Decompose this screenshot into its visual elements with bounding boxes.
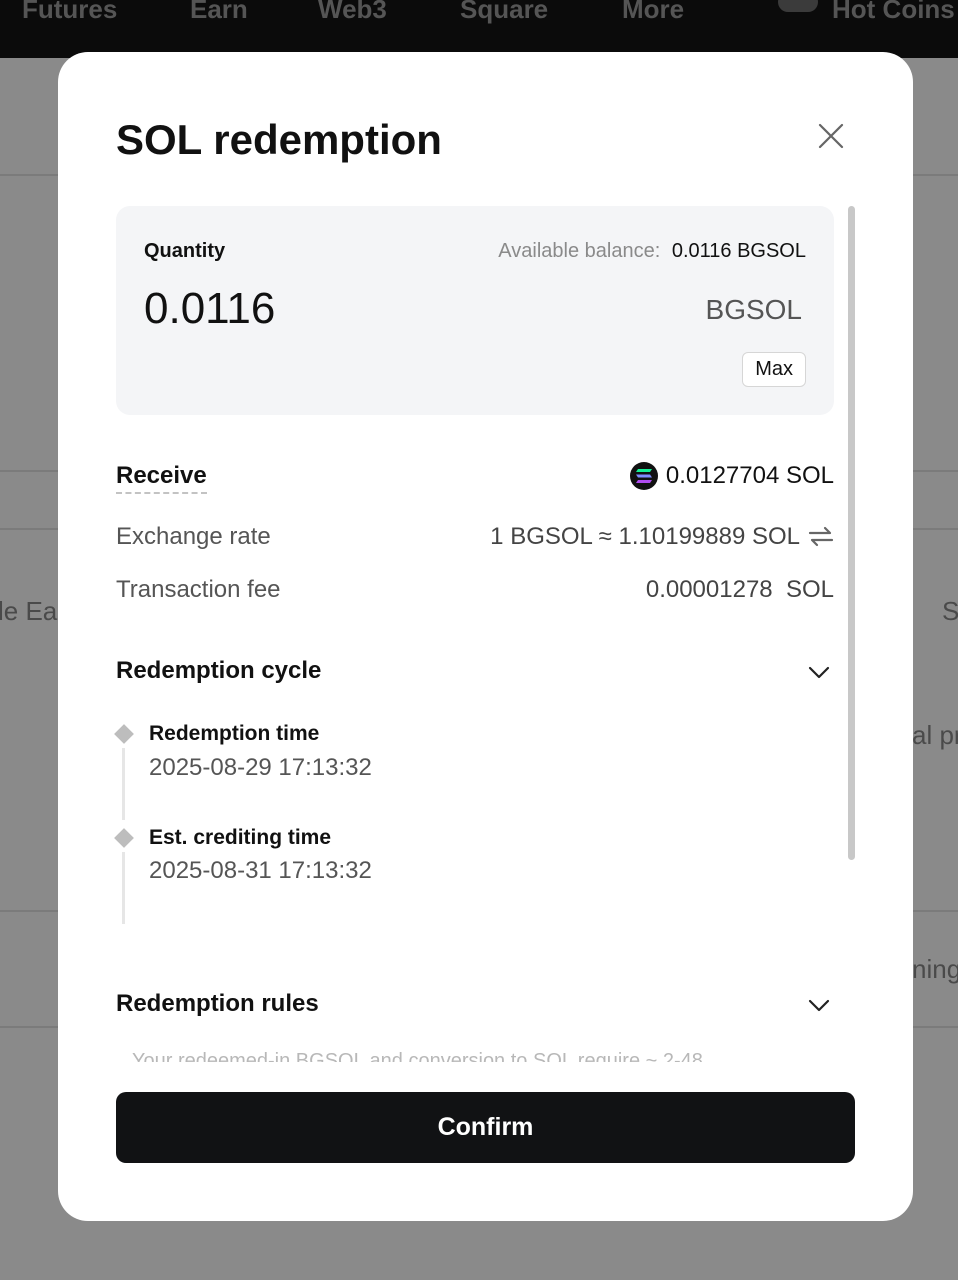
redemption-time-value: 2025-08-29 17:13:32 [149,754,372,781]
bg-right-text: ning [912,954,958,984]
nav-item-futures[interactable]: Futures [22,0,117,25]
exchange-rate-value: 1 BGSOL ≈ 1.10199889 SOL [490,523,800,550]
receive-value-group: 0.0127704 SOL [629,462,834,490]
redemption-rules-title[interactable]: Redemption rules [116,990,319,1018]
transaction-fee-label: Transaction fee [116,576,281,603]
bg-right-text: S [942,596,958,626]
transaction-fee-row: Transaction fee 0.00001278 SOL [116,576,834,610]
available-balance-value: 0.0116 BGSOL [671,240,806,262]
exchange-rate-label: Exchange rate [116,523,271,550]
exchange-rate-row: Exchange rate 1 BGSOL ≈ 1.10199889 SOL [116,523,834,557]
redemption-cycle-title[interactable]: Redemption cycle [116,657,321,685]
redemption-rules-preview: Your redeemed-in BGSOL and conversion to… [132,1050,726,1062]
bg-left-text: le Ea [0,596,58,626]
modal-title: SOL redemption [116,116,442,163]
exchange-rate-value-group: 1 BGSOL ≈ 1.10199889 SOL [490,523,834,551]
est-crediting-time-value: 2025-08-31 17:13:32 [149,857,372,884]
hot-coins-icon [778,0,818,12]
quantity-card: Quantity Available balance: 0.0116 BGSOL… [116,206,834,415]
nav-item-hot-coins[interactable]: Hot Coins [832,0,955,25]
nav-item-square[interactable]: Square [460,0,548,25]
redemption-time-label: Redemption time [149,722,320,745]
transaction-fee-value: 0.00001278 SOL [645,576,834,603]
swap-icon[interactable] [808,524,834,550]
max-button[interactable]: Max [742,352,806,387]
redemption-modal: SOL redemption Quantity Available balanc… [58,52,913,1221]
timeline-line [122,852,125,924]
confirm-button[interactable]: Confirm [116,1092,855,1163]
nav-item-web3[interactable]: Web3 [318,0,387,25]
bg-right-text: al pro [912,720,958,750]
available-balance-label: Available balance: [498,240,661,262]
available-balance: Available balance: 0.0116 BGSOL [498,240,806,263]
nav-item-earn[interactable]: Earn [190,0,248,25]
receive-label[interactable]: Receive [116,462,207,494]
scrollbar[interactable] [848,206,855,860]
timeline-line [122,748,125,820]
est-crediting-time-label: Est. crediting time [149,826,332,849]
timeline-dot [114,828,134,848]
receive-row: Receive 0.0127704 SOL [116,462,834,496]
top-navigation: Futures Earn Web3 Square More Hot Coins [0,0,958,58]
chevron-down-icon[interactable] [806,659,832,685]
chevron-down-icon[interactable] [806,992,832,1018]
sol-icon [629,462,658,490]
quantity-label: Quantity [144,240,226,262]
close-icon [818,123,844,149]
close-button[interactable] [815,120,847,152]
nav-item-more[interactable]: More [622,0,684,25]
quantity-unit: BGSOL [705,294,802,325]
timeline-dot [114,724,134,744]
receive-value: 0.0127704 SOL [665,462,834,489]
quantity-input[interactable]: 0.0116 [144,284,275,334]
